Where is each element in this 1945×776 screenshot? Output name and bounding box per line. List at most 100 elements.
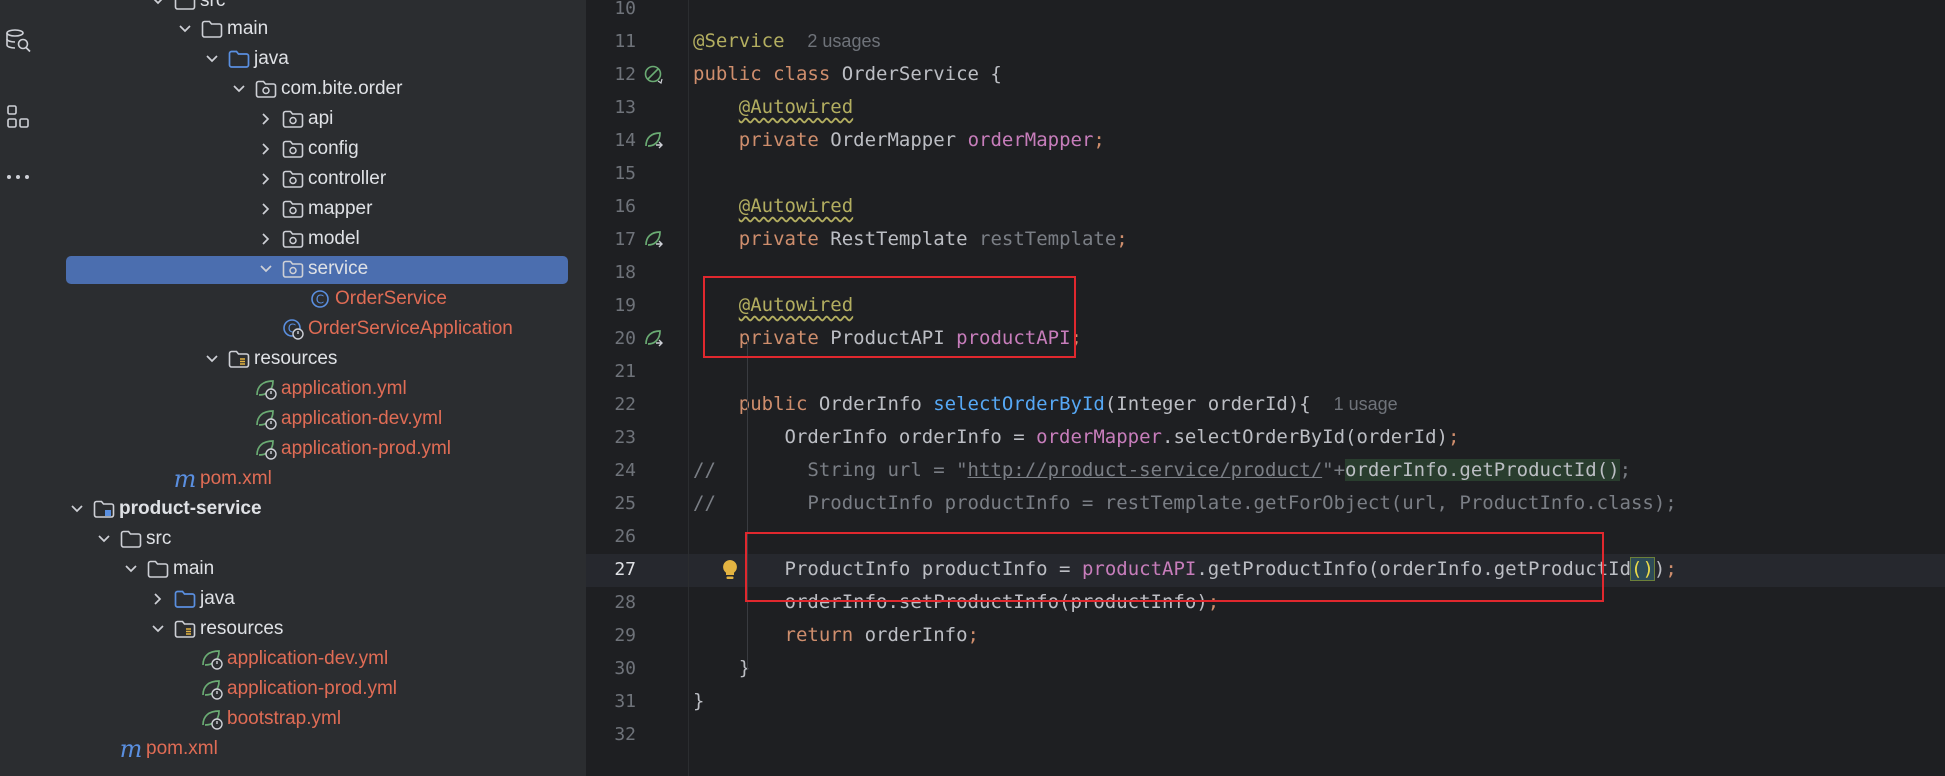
spring-bean-icon[interactable] xyxy=(640,61,668,89)
tree-item-label: controller xyxy=(308,168,387,189)
code-token: restTemplate xyxy=(979,228,1117,250)
tree-item-pom-xml[interactable]: m pom.xml xyxy=(48,464,586,494)
tree-item-label: application-dev.yml xyxy=(227,648,389,669)
code-line[interactable]: public OrderInfo selectOrderById(Integer… xyxy=(693,388,1398,421)
line-number: 14 xyxy=(614,130,636,151)
code-token: public class xyxy=(693,63,842,85)
code-token: public xyxy=(738,393,819,415)
code-line[interactable]: @Autowired xyxy=(693,91,853,124)
chevron-right-icon[interactable] xyxy=(257,164,275,194)
tree-item-com-bite-order[interactable]: com.bite.order xyxy=(48,74,586,104)
tree-item-label: resources xyxy=(254,348,338,369)
code-line[interactable]: // ProductInfo productInfo = restTemplat… xyxy=(693,487,1677,520)
tree-item-application-dev-yml[interactable]: application-dev.yml xyxy=(48,404,586,434)
line-number: 16 xyxy=(614,196,636,217)
chevron-right-icon[interactable] xyxy=(149,584,167,614)
chevron-down-icon[interactable] xyxy=(203,344,221,374)
code-token: 1 usage xyxy=(1333,394,1398,414)
tree-item-label: bootstrap.yml xyxy=(227,708,342,729)
tree-item-label: OrderServiceApplication xyxy=(308,318,513,339)
tree-item-label: main xyxy=(173,558,215,579)
tree-item-orderserviceapplication[interactable]: C OrderServiceApplication xyxy=(48,314,586,344)
tree-item-label: mapper xyxy=(308,198,373,219)
code-line[interactable]: private OrderMapper orderMapper; xyxy=(693,124,1105,157)
spring-inject-icon[interactable] xyxy=(640,127,668,155)
package-icon xyxy=(281,224,305,254)
code-token: ; xyxy=(967,624,979,646)
chevron-down-icon[interactable] xyxy=(68,494,86,524)
tool-window-strip xyxy=(0,0,49,776)
tree-item-application-yml[interactable]: application.yml xyxy=(48,374,586,404)
code-line[interactable]: @Service 2 usages xyxy=(693,25,880,58)
code-line[interactable]: public class OrderService { xyxy=(693,58,1002,91)
tree-item-resources[interactable]: resources xyxy=(48,344,586,374)
tree-item-application-prod-yml[interactable]: application-prod.yml xyxy=(48,674,586,704)
tree-item-label: java xyxy=(254,48,289,69)
maven-icon: m xyxy=(173,465,197,493)
chevron-down-icon[interactable] xyxy=(257,254,275,284)
tree-item-label: pom.xml xyxy=(200,468,272,489)
tree-item-bootstrap-yml[interactable]: bootstrap.yml xyxy=(48,704,586,734)
tree-item-label: application-dev.yml xyxy=(281,408,443,429)
line-number: 15 xyxy=(614,163,636,184)
structure-icon[interactable] xyxy=(3,100,33,134)
database-search-icon[interactable] xyxy=(3,24,33,58)
code-line[interactable]: // String url = "http://product-service/… xyxy=(693,454,1631,487)
chevron-down-icon[interactable] xyxy=(230,74,248,104)
tree-item-application-dev-yml[interactable]: application-dev.yml xyxy=(48,644,586,674)
chevron-right-icon[interactable] xyxy=(257,134,275,164)
code-line[interactable]: return orderInfo; xyxy=(693,619,979,652)
tree-item-java[interactable]: java xyxy=(48,584,586,614)
tree-item-config[interactable]: config xyxy=(48,134,586,164)
spring-yml-icon xyxy=(254,374,278,404)
chevron-right-icon[interactable] xyxy=(257,104,275,134)
tree-item-pom-xml[interactable]: m pom.xml xyxy=(48,734,586,764)
chevron-down-icon[interactable] xyxy=(176,14,194,44)
chevron-right-icon[interactable] xyxy=(257,194,275,224)
code-token: } xyxy=(693,657,751,679)
code-line[interactable]: private RestTemplate restTemplate; xyxy=(693,223,1128,256)
tree-item-label: api xyxy=(308,108,334,129)
code-editor[interactable]: 10 11 12 13 14 15 16 17 18 19 20 21 22 23 24 25 26 27 28 29… xyxy=(586,0,1945,776)
chevron-down-icon[interactable] xyxy=(149,614,167,644)
line-number: 30 xyxy=(614,658,636,679)
chevron-down-icon[interactable] xyxy=(122,554,140,584)
tree-item-api[interactable]: api xyxy=(48,104,586,134)
package-icon xyxy=(281,104,305,134)
tree-item-orderservice[interactable]: C OrderService xyxy=(48,284,586,314)
spring-inject-icon[interactable] xyxy=(640,226,668,254)
code-line[interactable]: } xyxy=(693,652,750,685)
tree-item-java[interactable]: java xyxy=(48,44,586,74)
tree-item-main[interactable]: main xyxy=(48,554,586,584)
code-line[interactable]: @Autowired xyxy=(693,190,853,223)
tree-item-mapper[interactable]: mapper xyxy=(48,194,586,224)
tree-item-resources[interactable]: resources xyxy=(48,614,586,644)
chevron-down-icon[interactable] xyxy=(149,0,167,16)
tree-item-main[interactable]: main xyxy=(48,14,586,44)
code-token: orderInfo.getProductId() xyxy=(1345,459,1620,481)
tree-item-product-service[interactable]: product-service xyxy=(48,494,586,524)
package-icon xyxy=(281,134,305,164)
chevron-right-icon[interactable] xyxy=(257,224,275,254)
more-icon[interactable] xyxy=(3,160,33,194)
tree-item-service[interactable]: service xyxy=(48,254,586,284)
code-token: ; xyxy=(1448,426,1460,448)
tree-item-src[interactable]: src xyxy=(48,524,586,554)
module-icon xyxy=(92,494,116,524)
spring-inject-icon[interactable] xyxy=(640,325,668,353)
line-number: 29 xyxy=(614,625,636,646)
tree-item-controller[interactable]: controller xyxy=(48,164,586,194)
spring-yml-icon xyxy=(200,704,224,734)
chevron-down-icon[interactable] xyxy=(203,44,221,74)
line-number: 13 xyxy=(614,97,636,118)
code-line[interactable]: } xyxy=(693,685,704,718)
tree-item-application-prod-yml[interactable]: application-prod.yml xyxy=(48,434,586,464)
chevron-down-icon[interactable] xyxy=(95,524,113,554)
tree-item-model[interactable]: model xyxy=(48,224,586,254)
code-line[interactable]: OrderInfo orderInfo = orderMapper.select… xyxy=(693,421,1460,454)
